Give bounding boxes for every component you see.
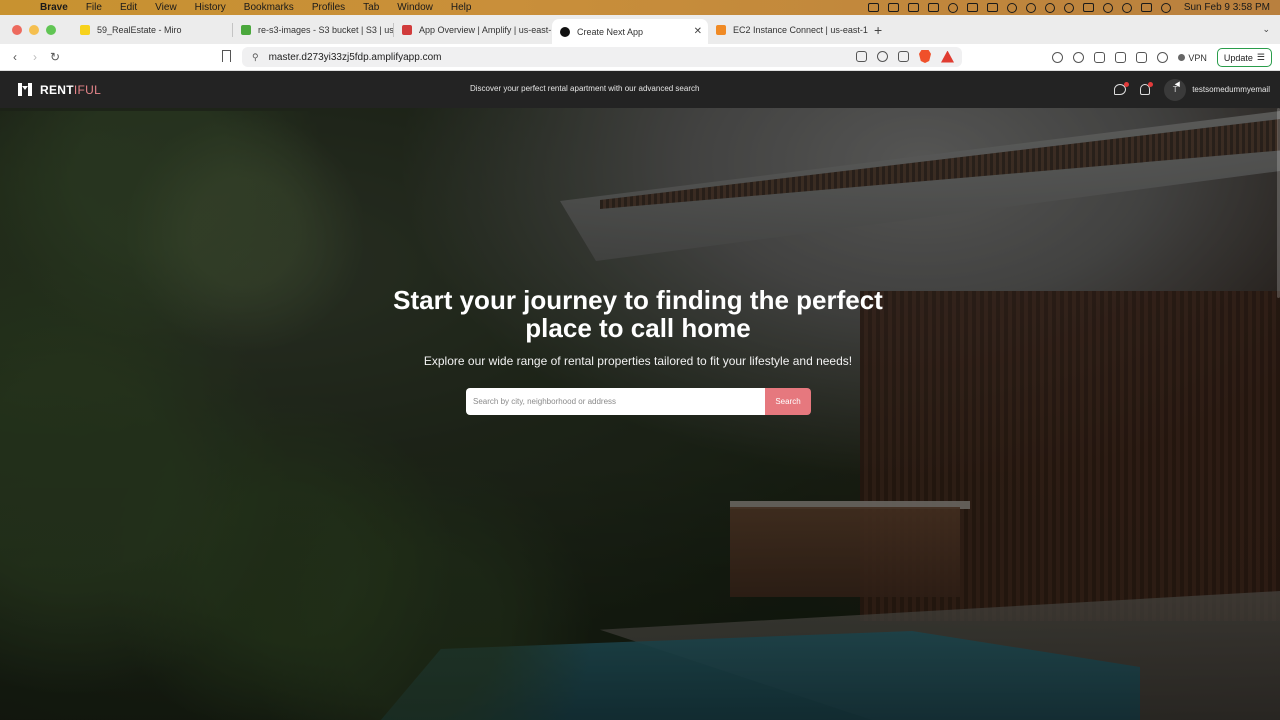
sidebar-icon[interactable] (1115, 52, 1127, 63)
nextjs-icon (560, 26, 570, 37)
tab-ec2-connect[interactable]: EC2 Instance Connect | us-east-1 (708, 19, 868, 41)
extension-icon[interactable] (1052, 52, 1064, 63)
update-label: Update (1223, 52, 1253, 63)
bell-icon[interactable] (1140, 82, 1154, 95)
tab-s3-bucket[interactable]: re-s3-images - S3 bucket | S3 | us (233, 19, 393, 41)
menu-help[interactable]: Help (451, 2, 472, 13)
miro-icon (80, 24, 90, 35)
tab-title: App Overview | Amplify | us-east- (419, 24, 552, 35)
menu-edit[interactable]: Edit (120, 2, 137, 13)
hero-title: Start your journey to finding the perfec… (393, 285, 883, 343)
siri-icon[interactable] (1160, 2, 1171, 13)
address-bar[interactable]: ⚲ master.d273yi33zj5fdp.amplifyapp.com (242, 47, 962, 67)
address-bar-actions (856, 50, 954, 63)
navbar-tagline: Discover your perfect rental apartment w… (470, 84, 700, 93)
wallet-icon[interactable] (1136, 52, 1148, 63)
tab-create-next-app[interactable]: Create Next App ✕ (552, 19, 708, 44)
window-controls (12, 24, 56, 35)
leo-ai-icon[interactable] (1157, 52, 1169, 63)
camera-icon[interactable] (887, 3, 899, 12)
search-input[interactable] (466, 388, 765, 415)
logo-icon (18, 83, 32, 96)
time-machine-icon[interactable] (1063, 2, 1074, 13)
shield-icon[interactable] (907, 3, 919, 12)
messages-icon[interactable] (1114, 82, 1130, 95)
macos-menu-bar: Brave File Edit View History Bookmarks P… (0, 0, 1280, 15)
apple-icon[interactable] (12, 2, 24, 14)
menu-view[interactable]: View (155, 2, 177, 13)
globe-icon[interactable] (947, 2, 958, 13)
menu-file[interactable]: File (86, 2, 102, 13)
menu-profiles[interactable]: Profiles (312, 2, 345, 13)
brave-shields-icon[interactable] (919, 50, 931, 63)
hamburger-menu-icon: ☰ (1256, 52, 1265, 62)
user-email[interactable]: testsomedummyemail (1192, 85, 1270, 94)
vpn-button[interactable]: VPN (1178, 53, 1207, 63)
amplify-icon (402, 24, 412, 35)
vpn-label: VPN (1188, 52, 1207, 63)
vlc-icon[interactable] (867, 3, 879, 12)
app-icon[interactable] (927, 3, 939, 12)
search-icon[interactable] (1121, 2, 1132, 13)
play-icon[interactable] (1006, 2, 1017, 13)
close-window-button[interactable] (12, 24, 22, 35)
notification-dot (1148, 82, 1154, 87)
reload-button[interactable]: ↻ (45, 50, 65, 64)
url-text[interactable]: master.d273yi33zj5fdp.amplifyapp.com (269, 52, 442, 63)
hero-search: Search (466, 388, 811, 415)
s3-icon (241, 24, 251, 35)
navbar-user-area: T testsomedummyemail (1114, 71, 1270, 108)
puzzle-icon[interactable] (1094, 52, 1106, 63)
zoom-window-button[interactable] (46, 24, 56, 35)
menu-bookmarks[interactable]: Bookmarks (244, 2, 294, 13)
battery-icon[interactable] (1082, 3, 1094, 12)
brave-rewards-icon[interactable] (941, 50, 954, 63)
avatar[interactable]: T (1164, 78, 1187, 101)
extensions-row: VPN Update ☰ (1052, 48, 1272, 67)
wifi-icon[interactable] (1102, 2, 1113, 13)
forward-button[interactable]: › (25, 50, 45, 64)
tab-list-chevron-icon[interactable]: ⌄ (1262, 24, 1270, 35)
site-logo[interactable]: RENTIFUL (18, 83, 101, 97)
logo-text: RENTIFUL (40, 82, 102, 97)
tab-miro[interactable]: 59_RealEstate - Miro (72, 19, 232, 41)
minimize-window-button[interactable] (29, 24, 39, 35)
browser-tab-strip: 59_RealEstate - Miro re-s3-images - S3 b… (0, 15, 1280, 44)
vpn-status-icon (1178, 54, 1186, 61)
back-button[interactable]: ‹ (5, 50, 25, 64)
menu-tab[interactable]: Tab (363, 2, 379, 13)
site-navbar: RENTIFUL Discover your perfect rental ap… (0, 71, 1280, 108)
hero-subtitle: Explore our wide range of rental propert… (423, 354, 853, 368)
ec2-icon (716, 24, 726, 35)
record-icon[interactable] (1025, 2, 1036, 13)
grid-icon[interactable] (966, 3, 978, 12)
tab-title: Create Next App (577, 26, 644, 37)
menu-window[interactable]: Window (397, 2, 433, 13)
key-icon[interactable] (856, 51, 867, 62)
update-button[interactable]: Update ☰ (1216, 48, 1272, 67)
tab-title: 59_RealEstate - Miro (97, 24, 182, 35)
control-center-icon[interactable] (1140, 3, 1152, 12)
bookmark-icon[interactable] (222, 50, 231, 62)
share-icon[interactable] (898, 51, 909, 62)
notification-dot (1124, 82, 1130, 87)
search-button[interactable]: Search (765, 388, 811, 415)
hash-icon[interactable] (986, 3, 998, 12)
close-tab-icon[interactable]: ✕ (694, 26, 702, 37)
tab-title: re-s3-images - S3 bucket | S3 | us (258, 24, 393, 35)
menu-history[interactable]: History (195, 2, 226, 13)
history-icon[interactable] (877, 51, 888, 62)
tab-amplify[interactable]: App Overview | Amplify | us-east- (394, 19, 552, 41)
menu-bar-tray: Sun Feb 9 3:58 PM (867, 0, 1270, 15)
web-page: RENTIFUL Discover your perfect rental ap… (0, 71, 1280, 720)
menu-bar-clock[interactable]: Sun Feb 9 3:58 PM (1184, 2, 1270, 13)
browser-toolbar: ‹ › ↻ ⚲ master.d273yi33zj5fdp.amplifyapp… (0, 44, 1280, 71)
tab-title: EC2 Instance Connect | us-east-1 (733, 24, 868, 35)
menu-app-name[interactable]: Brave (40, 2, 68, 13)
new-tab-button[interactable]: + (874, 22, 882, 38)
bluetooth-icon[interactable] (1044, 2, 1055, 13)
site-info-icon[interactable]: ⚲ (252, 52, 259, 63)
bug-icon[interactable] (1073, 52, 1085, 63)
